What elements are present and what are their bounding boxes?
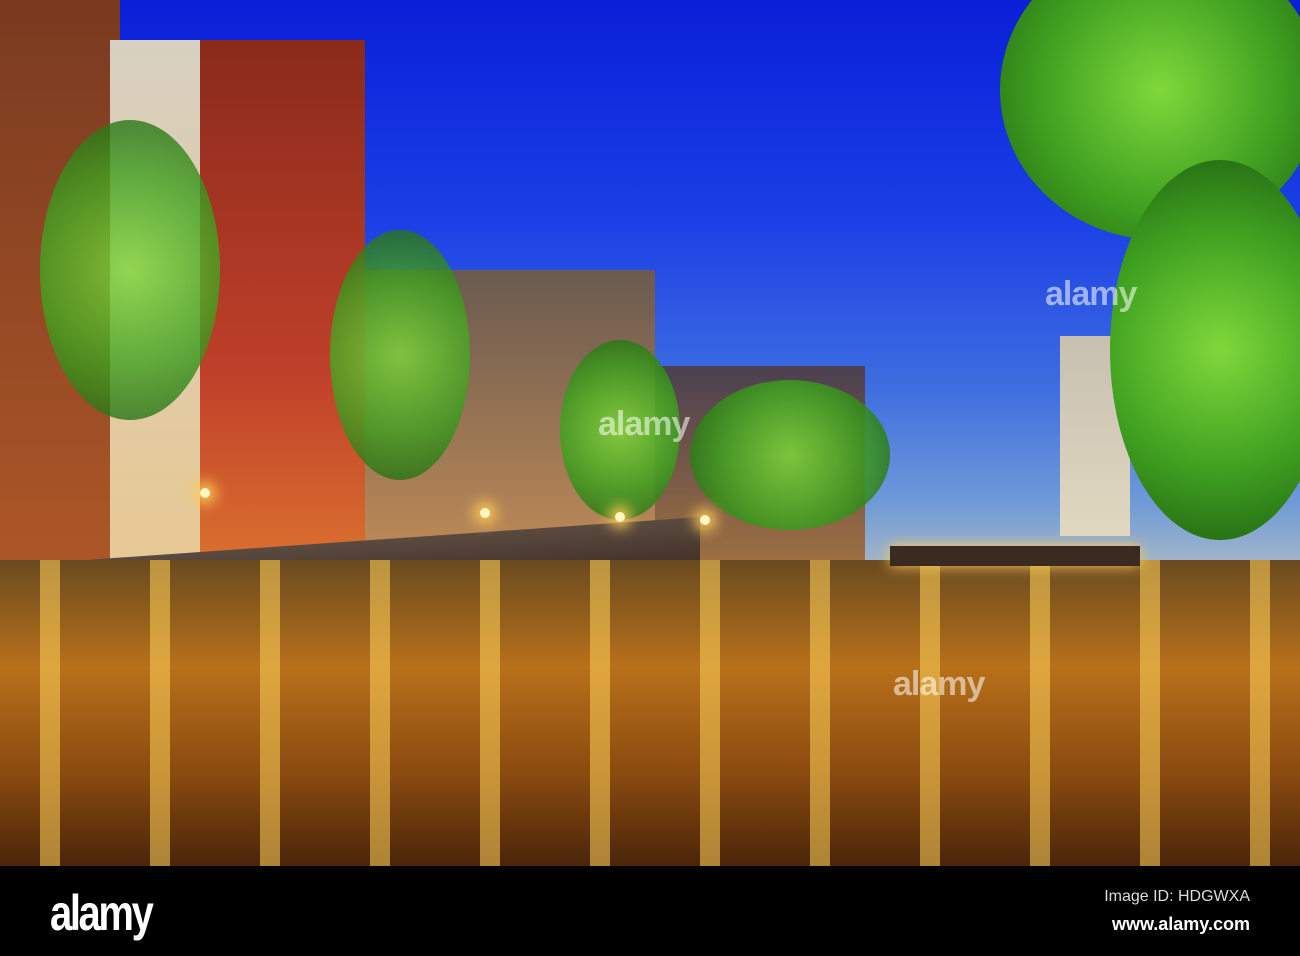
bridge (890, 546, 1140, 566)
watermark-logo: alamy (1045, 275, 1137, 314)
street-lamp (700, 515, 710, 525)
street-lamp (200, 488, 210, 498)
watermark-logo: alamy (598, 405, 690, 444)
watermark-logo: alamy (893, 665, 985, 704)
street-lamp (480, 508, 490, 518)
tree (40, 120, 220, 420)
stock-photo: alamy alamy alamy alamy Image ID: HDGWXA… (0, 0, 1300, 956)
street-lamp (615, 512, 625, 522)
site-url: www.alamy.com (1111, 914, 1250, 934)
watermark-text: alamy (1045, 275, 1137, 313)
image-id: Image ID: HDGWXA (1104, 888, 1250, 905)
watermark-text: alamy (893, 665, 985, 703)
alamy-logo: alamy (50, 885, 154, 941)
footer-bar: alamy Image ID: HDGWXA www.alamy.com (0, 866, 1300, 956)
tree (330, 230, 470, 480)
watermark-text: alamy (598, 405, 690, 443)
tree (690, 380, 890, 530)
canal-photo: alamy alamy alamy (0, 0, 1300, 866)
canal-water (0, 560, 1300, 866)
